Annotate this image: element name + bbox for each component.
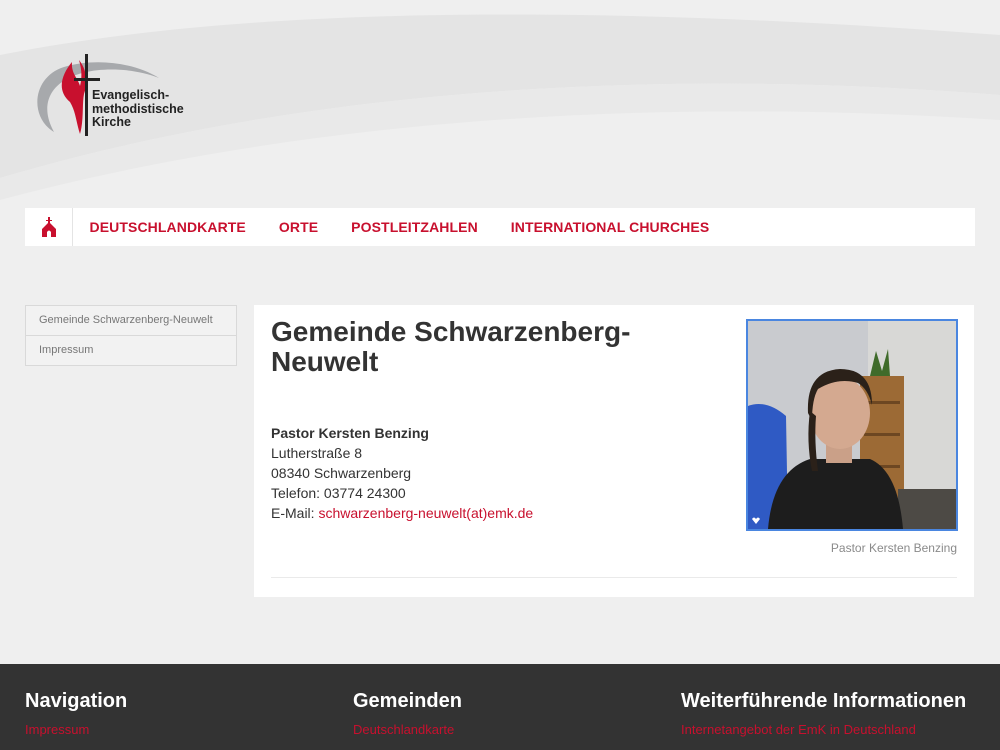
nav-deutschlandkarte[interactable]: DEUTSCHLANDKARTE <box>73 219 262 235</box>
sidebar-item-impressum[interactable]: Impressum <box>25 336 237 366</box>
pastor-portrait-image <box>748 321 956 529</box>
sidebar-item-gemeinde[interactable]: Gemeinde Schwarzenberg-Neuwelt <box>25 305 237 336</box>
pastor-name: Pastor Kersten Benzing <box>271 425 429 441</box>
contact-block: Pastor Kersten Benzing Lutherstraße 8 08… <box>271 423 533 523</box>
logo-wordmark: Evangelisch- methodistische Kirche <box>92 88 184 130</box>
nav-postleitzahlen[interactable]: POSTLEITZAHLEN <box>335 219 495 235</box>
photo-caption: Pastor Kersten Benzing <box>830 541 957 555</box>
footer: Navigation Impressum Gemeinden Deutschla… <box>0 664 1000 750</box>
nav-home-button[interactable] <box>25 208 73 246</box>
footer-col-gemeinden: Gemeinden Deutschlandkarte <box>353 690 462 737</box>
main-content: Gemeinde Schwarzenberg-Neuwelt Pastor Ke… <box>254 305 974 597</box>
phone-number: Telefon: 03774 24300 <box>271 485 406 501</box>
footer-col-navigation: Navigation Impressum <box>25 690 127 737</box>
nav-international-churches[interactable]: INTERNATIONAL CHURCHES <box>494 219 725 235</box>
footer-link-deutschlandkarte[interactable]: Deutschlandkarte <box>353 722 462 737</box>
logo-line-1: Evangelisch- <box>92 88 170 102</box>
email-label: E-Mail: <box>271 505 319 521</box>
street-address: Lutherstraße 8 <box>271 445 363 461</box>
footer-heading-navigation: Navigation <box>25 690 128 712</box>
page-title: Gemeinde Schwarzenberg-Neuwelt <box>271 316 631 377</box>
footer-link-impressum[interactable]: Impressum <box>25 722 127 737</box>
logo-line-3: Kirche <box>92 115 131 129</box>
footer-link-emk[interactable]: Internetangebot der EmK in Deutschland <box>681 722 966 737</box>
footer-col-info: Weiterführende Informationen Internetang… <box>681 690 966 737</box>
sidebar-menu: Gemeinde Schwarzenberg-Neuwelt Impressum <box>25 305 237 366</box>
footer-heading-info: Weiterführende Informationen <box>681 690 967 712</box>
content-divider <box>271 577 957 578</box>
church-icon <box>41 217 56 237</box>
email-line: E-Mail: schwarzenberg-neuwelt(at)emk.de <box>271 503 533 523</box>
footer-heading-gemeinden: Gemeinden <box>353 690 462 712</box>
pastor-photo[interactable] <box>746 319 958 531</box>
logo-line-2: methodistische <box>92 101 184 116</box>
main-navigation: DEUTSCHLANDKARTE ORTE POSTLEITZAHLEN INT… <box>25 208 975 246</box>
email-link[interactable]: schwarzenberg-neuwelt(at)emk.de <box>318 505 533 521</box>
city-address: 08340 Schwarzenberg <box>271 465 412 481</box>
nav-orte[interactable]: ORTE <box>262 219 334 235</box>
